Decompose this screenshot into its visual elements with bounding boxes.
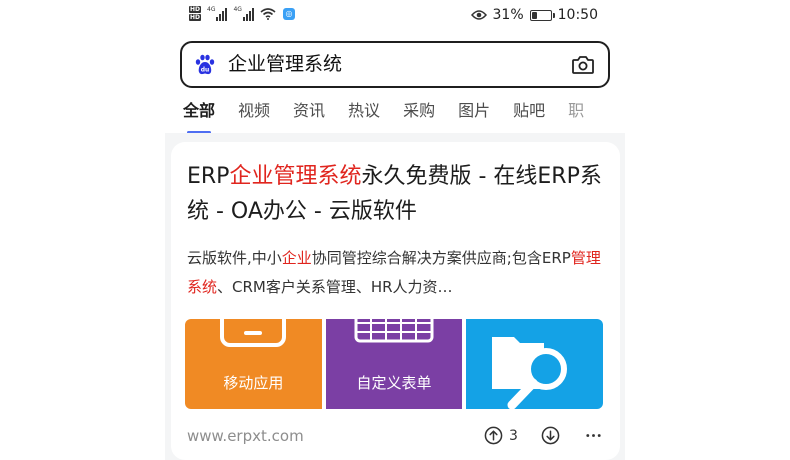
result-footer: www.erpxt.com 3 (187, 424, 607, 448)
upvote-button[interactable]: 3 (484, 426, 518, 445)
snippet-text: 、CRM客户关系管理、HR人力资… (217, 278, 453, 296)
title-highlight: 企业管理系统 (229, 164, 362, 189)
image-mobile-app[interactable]: 移动应用 (185, 319, 322, 409)
eye-icon (470, 10, 487, 20)
clock: 10:50 (557, 7, 598, 23)
hd-label: HD (189, 14, 202, 21)
battery-percent: 31% (492, 7, 524, 23)
baidu-paw-icon: du (195, 54, 215, 75)
status-bar: HD HD 4G 4G ◎ 31% 10:50 (165, 0, 625, 34)
snippet-text: 云版软件,中小 (187, 249, 282, 267)
downvote-button[interactable] (541, 426, 560, 445)
tab-news[interactable]: 资讯 (293, 98, 325, 128)
status-left: HD HD 4G 4G ◎ (189, 6, 295, 21)
folder-search-icon (492, 337, 568, 409)
result-image-strip: 移动应用 自定义表单 (185, 319, 604, 409)
battery-fill (531, 11, 537, 19)
more-options-button[interactable] (584, 426, 603, 445)
app-notification-icon: ◎ (282, 7, 295, 20)
search-bar[interactable]: du 企业管理系统 (180, 41, 610, 88)
image-folder-search[interactable] (466, 319, 604, 409)
wifi-icon (260, 7, 276, 20)
result-card: ERP企业管理系统永久免费版 - 在线ERP系统 - OA办公 - 云版软件 云… (171, 142, 620, 460)
result-title[interactable]: ERP企业管理系统永久免费版 - 在线ERP系统 - OA办公 - 云版软件 (187, 159, 607, 229)
tab-discussion[interactable]: 热议 (348, 98, 380, 128)
image-label: 移动应用 (223, 374, 284, 392)
phone-screen: HD HD 4G 4G ◎ 31% 10:50 du 企业管理系统 全部 视频 … (165, 0, 625, 460)
results-feed: ERP企业管理系统永久免费版 - 在线ERP系统 - OA办公 - 云版软件 云… (165, 133, 625, 460)
battery-icon (529, 9, 555, 21)
mobile-phone-icon (220, 319, 286, 347)
title-text: ERP (187, 164, 230, 189)
signal-icon: 4G (207, 5, 228, 21)
tab-jobs[interactable]: 职 (568, 98, 586, 128)
network-label: 4G (233, 5, 242, 13)
search-query[interactable]: 企业管理系统 (228, 43, 342, 86)
site-url[interactable]: www.erpxt.com (187, 424, 304, 448)
tab-all[interactable]: 全部 (183, 98, 215, 128)
upvote-count: 3 (509, 427, 518, 444)
status-right: 31% 10:50 (470, 7, 598, 23)
tab-tieba[interactable]: 贴吧 (513, 98, 545, 128)
camera-icon[interactable] (572, 55, 594, 74)
hd-indicators: HD HD (189, 6, 202, 21)
down-arrow-icon (541, 426, 560, 445)
result-snippet: 云版软件,中小企业协同管控综合解决方案供应商;包含ERP管理系统、CRM客户关系… (187, 244, 605, 302)
snippet-text: 协同管控综合解决方案供应商;包含ERP (311, 249, 571, 267)
thumb-up-arrow-icon (484, 426, 503, 445)
network-label: 4G (207, 5, 216, 13)
image-custom-form[interactable]: 自定义表单 (325, 319, 463, 409)
tab-procurement[interactable]: 采购 (403, 98, 435, 128)
search-tabs: 全部 视频 资讯 热议 采购 图片 贴吧 职 (183, 98, 586, 128)
more-icon (586, 434, 601, 437)
tab-video[interactable]: 视频 (238, 98, 270, 128)
form-grid-icon (354, 319, 434, 343)
signal-icon: 4G (233, 5, 254, 21)
snippet-highlight: 企业 (281, 249, 312, 267)
image-label: 自定义表单 (356, 374, 432, 392)
svg-text:du: du (201, 67, 210, 74)
tab-images[interactable]: 图片 (458, 98, 490, 128)
hd-label: HD (189, 6, 202, 13)
